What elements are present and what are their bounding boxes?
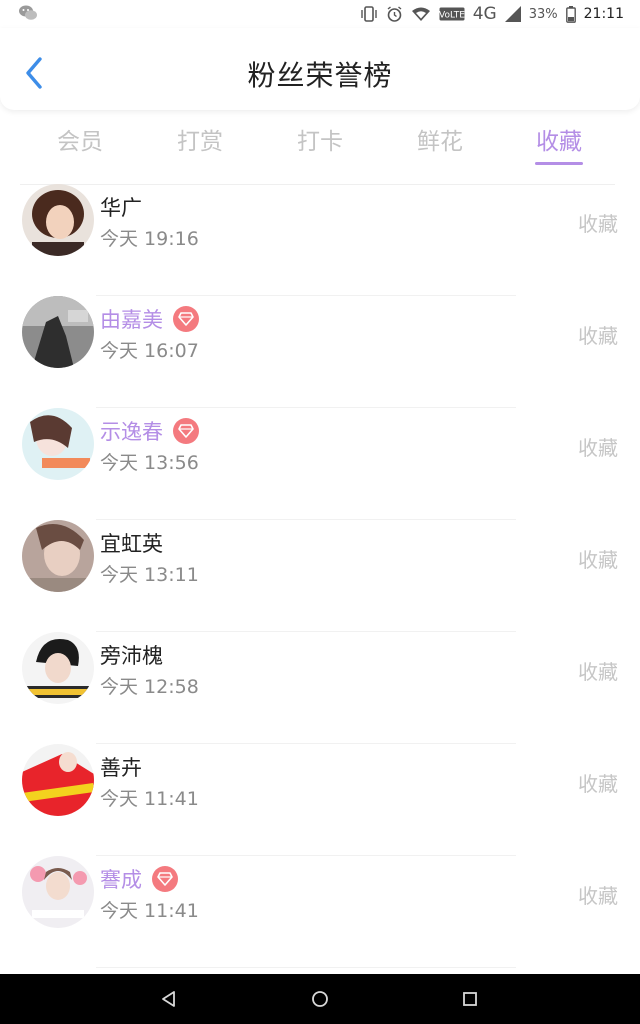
system-nav-bar — [0, 974, 640, 1024]
volte-icon: VoLTE — [439, 7, 465, 21]
alarm-icon — [386, 5, 403, 23]
user-name: 旁沛槐 — [100, 644, 163, 668]
timestamp: 今天 16:07 — [100, 340, 199, 362]
favorite-label: 收藏 — [578, 772, 618, 796]
list-item[interactable]: 示逸春 今天 13:56 收藏 — [0, 408, 640, 520]
tab-member[interactable]: 会员 — [40, 122, 120, 156]
list-item[interactable]: 善卉 今天 11:41 收藏 — [0, 744, 640, 856]
favorite-label: 收藏 — [578, 660, 618, 684]
tab-flowers[interactable]: 鲜花 — [400, 122, 480, 156]
avatar[interactable] — [22, 856, 94, 928]
signal-icon — [504, 6, 521, 22]
list-item[interactable]: 謇成 今天 11:41 收藏 — [0, 856, 640, 968]
timestamp: 今天 19:16 — [100, 228, 199, 250]
avatar[interactable] — [22, 744, 94, 816]
page-title: 粉丝荣誉榜 — [247, 59, 393, 92]
battery-percent: 33% — [528, 6, 558, 22]
diamond-icon — [173, 418, 199, 444]
diamond-icon — [173, 306, 199, 332]
tab-favorites[interactable]: 收藏 — [519, 122, 599, 156]
back-triangle-icon[interactable] — [159, 989, 179, 1009]
favorite-label: 收藏 — [578, 436, 618, 460]
diamond-icon — [152, 866, 178, 892]
favorite-label: 收藏 — [578, 212, 618, 236]
vibrate-icon — [360, 6, 378, 22]
battery-icon — [565, 5, 576, 23]
tab-checkin[interactable]: 打卡 — [280, 122, 360, 156]
fan-list: 华广 今天 19:16 收藏 由嘉美 今天 16:07 收藏 示逸春 今天 13… — [0, 184, 640, 974]
user-name: 华广 — [100, 196, 142, 220]
timestamp: 今天 13:56 — [100, 452, 199, 474]
timestamp: 今天 12:58 — [100, 676, 199, 698]
avatar[interactable] — [22, 520, 94, 592]
timestamp: 今天 13:11 — [100, 564, 199, 586]
clock: 21:11 — [583, 6, 624, 22]
favorite-label: 收藏 — [578, 884, 618, 908]
user-name: 謇成 — [100, 868, 142, 892]
list-item[interactable]: 由嘉美 今天 16:07 收藏 — [0, 296, 640, 408]
user-name: 由嘉美 — [100, 308, 163, 332]
avatar[interactable] — [22, 184, 94, 256]
row-divider — [96, 967, 516, 968]
status-bar: VoLTE 4G 33% 21:11 — [0, 0, 640, 28]
avatar[interactable] — [22, 632, 94, 704]
user-name: 宜虹英 — [100, 532, 163, 556]
list-item[interactable]: 华广 今天 19:16 收藏 — [0, 184, 640, 296]
list-item[interactable]: 旁沛槐 今天 12:58 收藏 — [0, 632, 640, 744]
wechat-icon — [18, 4, 38, 22]
avatar[interactable] — [22, 296, 94, 368]
wifi-icon — [411, 6, 431, 22]
active-tab-indicator — [535, 162, 583, 165]
favorite-label: 收藏 — [578, 548, 618, 572]
tab-bar: 会员 打赏 打卡 鲜花 收藏 — [0, 112, 640, 172]
user-name: 示逸春 — [100, 420, 163, 444]
avatar[interactable] — [22, 408, 94, 480]
timestamp: 今天 11:41 — [100, 900, 199, 922]
svg-text:VoLTE: VoLTE — [439, 11, 465, 21]
user-name: 善卉 — [100, 756, 142, 780]
recents-square-icon[interactable] — [460, 989, 480, 1009]
timestamp: 今天 11:41 — [100, 788, 199, 810]
list-item[interactable]: 宜虹英 今天 13:11 收藏 — [0, 520, 640, 632]
home-circle-icon[interactable] — [310, 989, 330, 1009]
favorite-label: 收藏 — [578, 324, 618, 348]
network-label: 4G — [472, 4, 497, 24]
tab-reward[interactable]: 打赏 — [160, 122, 240, 156]
app-header: 粉丝荣誉榜 — [0, 28, 640, 110]
